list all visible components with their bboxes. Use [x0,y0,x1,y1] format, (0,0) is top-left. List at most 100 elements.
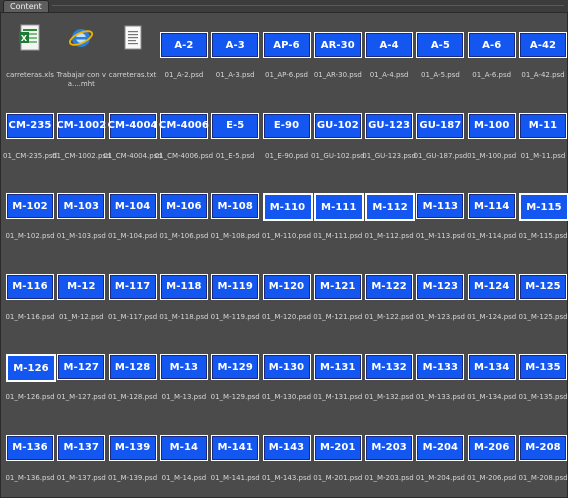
road-sign-thumbnail[interactable]: M-208 [519,434,567,461]
road-sign-thumbnail[interactable]: A-3 [211,32,260,58]
road-sign-thumbnail[interactable]: M-132 [365,354,414,380]
psd-thumbnail-item[interactable]: M-136 01_M-136.psd [4,418,56,498]
psd-thumbnail-item[interactable]: E-90 01_E-90.psd [261,96,313,176]
psd-thumbnail-item[interactable]: CM-235 01_CM-235.psd [3,96,57,176]
internet-explorer-icon[interactable] [69,24,94,52]
road-sign-thumbnail[interactable]: M-126 [6,354,56,382]
psd-thumbnail-item[interactable]: M-137 01_M-137.psd [55,418,107,498]
psd-thumbnail-item[interactable]: M-116 01_M-116.psd [4,257,56,337]
road-sign-thumbnail[interactable]: M-110 [262,193,313,221]
psd-thumbnail-item[interactable]: M-121 01_M-121.psd [312,257,364,337]
road-sign-thumbnail[interactable]: M-134 [467,354,516,380]
psd-thumbnail-item[interactable]: M-126 01_M-126.psd [4,337,56,417]
road-sign-thumbnail[interactable]: A-42 [519,32,567,58]
road-sign-thumbnail[interactable]: M-204 [416,434,465,461]
psd-thumbnail-item[interactable]: M-111 01_M-111.psd [312,176,364,256]
psd-thumbnail-item[interactable]: M-139 01_M-139.psd [107,418,159,498]
road-sign-thumbnail[interactable]: M-128 [108,354,157,380]
psd-thumbnail-item[interactable]: M-135 01_M-135.psd [517,337,568,417]
psd-thumbnail-item[interactable]: A-5 01_A-5.psd [414,15,466,95]
road-sign-thumbnail[interactable]: M-127 [57,354,106,380]
road-sign-thumbnail[interactable]: M-203 [365,434,414,461]
psd-thumbnail-item[interactable]: M-11 01_M-11.psd [517,96,568,176]
psd-thumbnail-item[interactable]: M-117 01_M-117.psd [107,257,159,337]
road-sign-thumbnail[interactable]: M-13 [159,354,208,380]
psd-thumbnail-item[interactable]: M-124 01_M-124.psd [466,257,518,337]
road-sign-thumbnail[interactable]: M-106 [159,193,208,219]
psd-thumbnail-item[interactable]: M-113 01_M-113.psd [414,176,466,256]
road-sign-thumbnail[interactable]: M-103 [57,193,106,219]
road-sign-thumbnail[interactable]: M-117 [108,273,157,300]
psd-thumbnail-item[interactable]: M-14 01_M-14.psd [158,418,210,498]
psd-thumbnail-item[interactable]: M-122 01_M-122.psd [363,257,415,337]
psd-thumbnail-item[interactable]: M-201 01_M-201.psd [312,418,364,498]
road-sign-thumbnail[interactable]: M-125 [519,273,567,300]
psd-thumbnail-item[interactable]: AP-6 01_AP-6.psd [261,15,313,95]
road-sign-thumbnail[interactable]: M-124 [467,273,516,300]
road-sign-thumbnail[interactable]: CM-4004 [108,112,157,139]
road-sign-thumbnail[interactable]: M-143 [262,434,311,461]
psd-thumbnail-item[interactable]: M-128 01_M-128.psd [107,337,159,417]
road-sign-thumbnail[interactable]: CM-4006 [159,112,209,139]
road-sign-thumbnail[interactable]: M-141 [211,434,260,461]
road-sign-thumbnail[interactable]: M-100 [467,112,516,139]
road-sign-thumbnail[interactable]: M-121 [313,273,362,300]
text-file-icon[interactable] [121,24,145,52]
psd-thumbnail-item[interactable]: M-208 01_M-208.psd [517,418,568,498]
road-sign-thumbnail[interactable]: M-133 [416,354,465,380]
road-sign-thumbnail[interactable]: GU-102 [313,112,362,139]
psd-thumbnail-item[interactable]: M-100 01_M-100.psd [466,96,518,176]
psd-thumbnail-item[interactable]: M-130 01_M-130.psd [261,337,313,417]
psd-thumbnail-item[interactable]: M-134 01_M-134.psd [466,337,518,417]
road-sign-thumbnail[interactable]: M-206 [467,434,516,461]
road-sign-thumbnail[interactable]: E-90 [262,112,311,139]
psd-thumbnail-item[interactable]: CM-4004 01_CM-4004.psd [103,96,162,176]
psd-thumbnail-item[interactable]: M-129 01_M-129.psd [209,337,261,417]
psd-thumbnail-item[interactable]: M-123 01_M-123.psd [414,257,466,337]
road-sign-thumbnail[interactable]: A-2 [159,32,208,58]
file-item[interactable]: carreteras.txt [107,15,159,95]
road-sign-thumbnail[interactable]: M-131 [313,354,362,380]
road-sign-thumbnail[interactable]: M-11 [519,112,567,139]
road-sign-thumbnail[interactable]: AP-6 [262,32,311,58]
road-sign-thumbnail[interactable]: M-12 [57,273,106,300]
road-sign-thumbnail[interactable]: CM-1002 [56,112,106,139]
psd-thumbnail-item[interactable]: A-2 01_A-2.psd [158,15,210,95]
excel-file-icon[interactable]: X [18,24,42,52]
road-sign-thumbnail[interactable]: A-6 [467,32,516,58]
psd-thumbnail-item[interactable]: M-132 01_M-132.psd [363,337,415,417]
road-sign-thumbnail[interactable]: CM-235 [6,112,54,139]
psd-thumbnail-item[interactable]: GU-102 01_GU-102.psd [311,96,365,176]
psd-thumbnail-item[interactable]: M-103 01_M-103.psd [55,176,107,256]
psd-thumbnail-item[interactable]: A-42 01_A-42.psd [517,15,568,95]
road-sign-thumbnail[interactable]: M-135 [519,354,567,380]
psd-thumbnail-item[interactable]: M-206 01_M-206.psd [466,418,518,498]
psd-thumbnail-item[interactable]: M-125 01_M-125.psd [517,257,568,337]
road-sign-thumbnail[interactable]: M-118 [159,273,208,300]
road-sign-thumbnail[interactable]: M-136 [6,434,54,461]
psd-thumbnail-item[interactable]: M-104 01_M-104.psd [107,176,159,256]
road-sign-thumbnail[interactable]: M-112 [365,193,416,221]
psd-thumbnail-item[interactable]: M-120 01_M-120.psd [261,257,313,337]
psd-thumbnail-item[interactable]: CM-4006 01_CM-4006.psd [155,96,213,176]
road-sign-thumbnail[interactable]: M-120 [262,273,311,300]
psd-thumbnail-item[interactable]: M-13 01_M-13.psd [158,337,210,417]
psd-thumbnail-item[interactable]: M-119 01_M-119.psd [209,257,261,337]
psd-thumbnail-item[interactable]: M-112 01_M-112.psd [363,176,416,256]
road-sign-thumbnail[interactable]: M-14 [159,434,208,461]
road-sign-thumbnail[interactable]: M-201 [313,434,362,461]
psd-thumbnail-item[interactable]: M-127 01_M-127.psd [55,337,107,417]
road-sign-thumbnail[interactable]: M-119 [211,273,260,300]
psd-thumbnail-item[interactable]: A-3 01_A-3.psd [209,15,261,95]
file-item[interactable]: Trabajar con va....mht [55,15,107,95]
road-sign-thumbnail[interactable]: M-114 [467,193,516,219]
road-sign-thumbnail[interactable]: M-123 [416,273,465,300]
psd-thumbnail-item[interactable]: AR-30 01_AR-30.psd [312,15,364,95]
psd-thumbnail-item[interactable]: GU-187 01_GU-187.psd [414,96,467,176]
psd-thumbnail-item[interactable]: M-203 01_M-203.psd [363,418,415,498]
road-sign-thumbnail[interactable]: GU-123 [365,112,414,139]
psd-thumbnail-item[interactable]: M-12 01_M-12.psd [55,257,107,337]
psd-thumbnail-item[interactable]: M-141 01_M-141.psd [209,418,261,498]
psd-thumbnail-item[interactable]: GU-123 01_GU-123.psd [362,96,416,176]
road-sign-thumbnail[interactable]: M-113 [416,193,465,219]
